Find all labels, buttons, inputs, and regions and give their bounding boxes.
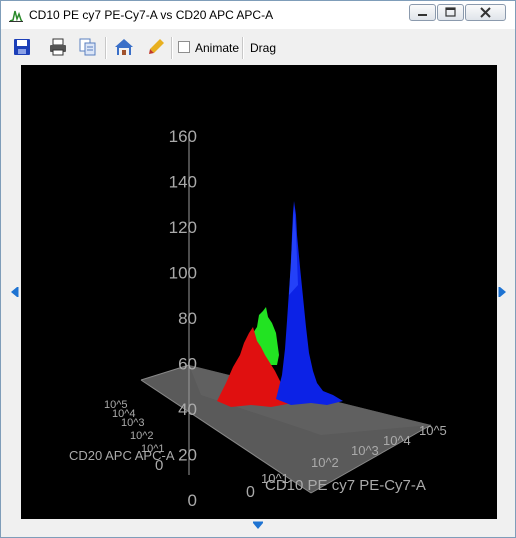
z-tick-label: 0	[188, 491, 197, 510]
toolbar-separator	[105, 37, 107, 59]
x-tick-label: 10^4	[383, 433, 411, 448]
y-tick-label: 10^2	[130, 430, 154, 442]
z-tick-label: 20	[178, 446, 197, 465]
y-tick-label: 10^3	[121, 417, 145, 429]
toolbar-separator	[242, 37, 244, 59]
window-title: CD10 PE cy7 PE-Cy7-A vs CD20 APC APC-A	[29, 8, 274, 22]
title-bar: CD10 PE cy7 PE-Cy7-A vs CD20 APC APC-A	[1, 1, 515, 29]
save-icon	[14, 39, 30, 55]
z-tick-label: 60	[178, 355, 197, 374]
surface-plot: 160140120100806040200 10^510^410^310^210…	[69, 127, 447, 510]
print-button[interactable]	[46, 35, 70, 59]
print-icon	[50, 38, 66, 56]
toolbar-separator	[171, 37, 173, 59]
x-tick-label: 10^2	[311, 455, 339, 470]
x-tick-label: 10^5	[419, 423, 447, 438]
animate-checkbox[interactable]	[178, 41, 190, 53]
scroll-down-icon[interactable]	[252, 521, 264, 531]
home-icon	[115, 39, 133, 55]
z-tick-label: 120	[169, 218, 197, 237]
chart-area[interactable]: 160 140 120 100 80 60 40 20 0 10^5 10^4 10^3 10^2 10…	[21, 65, 497, 519]
blue-peak-highlight	[289, 205, 298, 295]
z-tick-label: 100	[169, 264, 197, 283]
drag-button[interactable]: Drag	[250, 41, 276, 55]
scroll-left-icon[interactable]	[9, 286, 19, 298]
x-tick-label: 10^3	[351, 443, 379, 458]
pen-icon	[149, 39, 164, 54]
z-tick-label: 160	[169, 127, 197, 146]
z-tick-label: 140	[169, 173, 197, 192]
z-tick-label: 40	[178, 400, 197, 419]
x-axis-label: CD10 PE cy7 PE-Cy7-A	[265, 477, 426, 494]
close-icon	[480, 7, 491, 18]
histogram-icon	[9, 8, 23, 22]
minimize-icon	[418, 14, 427, 16]
copy-icon	[79, 38, 96, 56]
scroll-right-icon[interactable]	[498, 286, 508, 298]
pen-button[interactable]	[144, 35, 168, 59]
x-tick-label: 0	[246, 484, 255, 501]
chart-window: CD10 PE cy7 PE-Cy7-A vs CD20 APC APC-A A…	[0, 0, 516, 538]
z-tick-label: 80	[178, 309, 197, 328]
close-button[interactable]	[465, 4, 506, 21]
minimize-button[interactable]	[409, 4, 436, 21]
maximize-button[interactable]	[437, 4, 464, 21]
blue-peak	[276, 201, 343, 405]
home-button[interactable]	[112, 35, 136, 59]
save-button[interactable]	[10, 35, 34, 59]
y-axis-label: CD20 APC APC-A	[69, 448, 175, 463]
copy-button[interactable]	[76, 35, 100, 59]
maximize-icon	[445, 7, 456, 17]
animate-label: Animate	[195, 41, 240, 55]
